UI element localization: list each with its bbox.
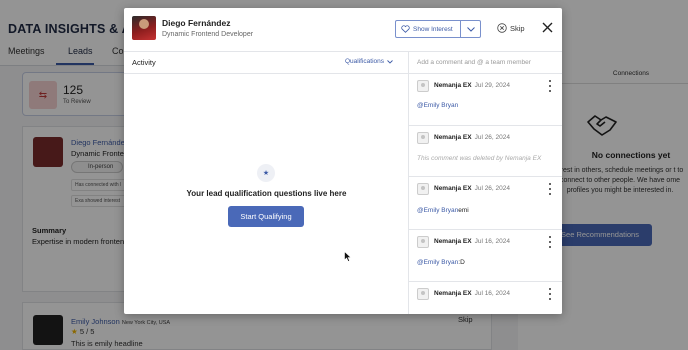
comment-date: Jul 16, 2024 xyxy=(474,238,510,245)
mouse-cursor-icon xyxy=(344,251,352,262)
comment-item: Nemanja EX Jul 16, 2024 xyxy=(409,282,562,314)
start-qualifying-button[interactable]: Start Qualifying xyxy=(228,206,304,227)
more-options-icon[interactable] xyxy=(548,236,552,248)
lead-role: Dynamic Frontend Developer xyxy=(162,31,254,38)
close-icon[interactable] xyxy=(542,22,553,33)
comment-author: Nemanja EX Jul 16, 2024 xyxy=(434,290,510,297)
chevron-down-icon xyxy=(387,59,393,64)
comment-body: @Emily Bryan xyxy=(417,102,458,109)
empty-state-text: Your lead qualification questions live h… xyxy=(186,189,347,198)
comment-item: Nemanja EX Jul 26, 2024 This comment was … xyxy=(409,126,562,177)
comment-body: @Emily Bryan:D xyxy=(417,259,465,266)
comments-panel: Add a comment and @ a team member Nemanj… xyxy=(409,52,562,314)
more-options-icon[interactable] xyxy=(548,288,552,300)
skip-label: Skip xyxy=(510,23,525,33)
comment-item: Nemanja EX Jul 29, 2024 @Emily Bryan xyxy=(409,74,562,126)
qualifications-dropdown[interactable]: Qualifications xyxy=(345,58,393,65)
comment-author-name: Nemanja EX xyxy=(434,185,472,192)
comment-text: emi xyxy=(458,207,469,214)
comment-author-name: Nemanja EX xyxy=(434,238,472,245)
show-interest-split-button: Show Interest xyxy=(395,20,481,38)
comment-date: Jul 16, 2024 xyxy=(474,290,510,297)
lead-name: Diego Fernández xyxy=(162,18,231,28)
avatar xyxy=(417,236,429,248)
comment-list: Nemanja EX Jul 29, 2024 @Emily Bryan Nema… xyxy=(409,74,562,314)
comment-date: Jul 26, 2024 xyxy=(474,134,510,141)
avatar xyxy=(417,183,429,195)
comment-input[interactable]: Add a comment and @ a team member xyxy=(409,52,562,74)
show-interest-button[interactable]: Show Interest xyxy=(396,21,461,37)
chevron-down-icon xyxy=(466,26,475,32)
mention-link[interactable]: @Emily Bryan xyxy=(417,259,458,266)
avatar xyxy=(417,132,429,144)
comment-author: Nemanja EX Jul 16, 2024 xyxy=(434,238,510,245)
skip-circle-x-icon xyxy=(497,23,507,33)
more-options-icon[interactable] xyxy=(548,183,552,195)
avatar xyxy=(132,16,156,40)
comment-author-name: Nemanja EX xyxy=(434,82,472,89)
heart-handshake-icon xyxy=(401,25,410,33)
comment-author-name: Nemanja EX xyxy=(434,290,472,297)
avatar xyxy=(417,288,429,300)
activity-title: Activity xyxy=(132,58,156,67)
comment-item: Nemanja EX Jul 16, 2024 @Emily Bryan:D xyxy=(409,230,562,282)
activity-toolbar: Activity Qualifications xyxy=(124,52,409,74)
show-interest-label: Show Interest xyxy=(413,25,453,33)
mention-link[interactable]: @Emily Bryan xyxy=(417,207,458,214)
comment-author: Nemanja EX Jul 26, 2024 xyxy=(434,134,510,141)
comment-author: Nemanja EX Jul 29, 2024 xyxy=(434,82,510,89)
comment-item: Nemanja EX Jul 26, 2024 @Emily Bryanemi xyxy=(409,177,562,230)
modal-header: Diego Fernández Dynamic Frontend Develop… xyxy=(124,8,562,52)
comment-text: :D xyxy=(458,259,465,266)
comment-date: Jul 29, 2024 xyxy=(474,82,510,89)
more-options-icon[interactable] xyxy=(548,80,552,92)
comment-body: @Emily Bryanemi xyxy=(417,207,469,214)
avatar xyxy=(417,80,429,92)
mention-link[interactable]: @Emily Bryan xyxy=(417,102,458,109)
qualifications-label: Qualifications xyxy=(345,58,385,65)
activity-panel: Activity Qualifications ★ Your lead qual… xyxy=(124,52,409,314)
skip-button[interactable]: Skip xyxy=(497,23,525,33)
comment-author: Nemanja EX Jul 26, 2024 xyxy=(434,185,510,192)
comment-author-name: Nemanja EX xyxy=(434,134,472,141)
star-icon: ★ xyxy=(257,164,275,182)
comment-date: Jul 26, 2024 xyxy=(474,185,510,192)
lead-detail-modal: Diego Fernández Dynamic Frontend Develop… xyxy=(124,8,562,314)
deleted-comment-notice: This comment was deleted by Nemanja EX xyxy=(417,155,542,162)
show-interest-dropdown[interactable] xyxy=(461,21,480,37)
